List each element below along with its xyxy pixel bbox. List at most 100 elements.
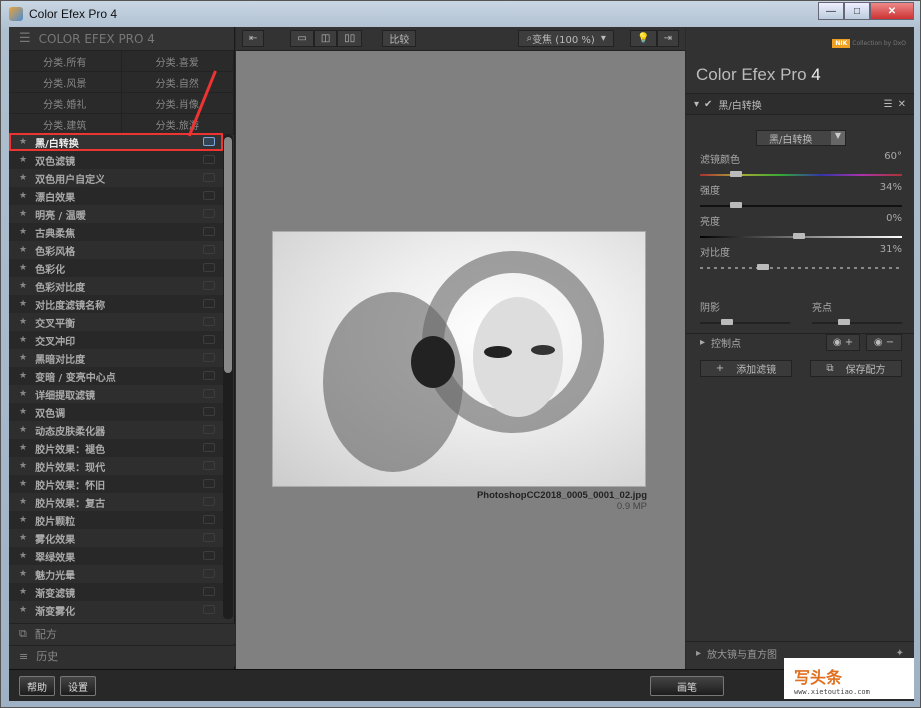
hide-panel-icon[interactable]: ⇤ — [242, 30, 265, 47]
filter-item[interactable]: ★ 古典柔焦 — [9, 223, 223, 241]
filter-item[interactable]: ★ 色彩化 — [9, 259, 223, 277]
preset-icon[interactable] — [203, 335, 215, 344]
add-control-point-button[interactable]: ◉ + — [826, 334, 860, 351]
zoom-dropdown[interactable]: ⌕ 变焦 (100 %) ▾ — [518, 30, 615, 47]
preset-icon[interactable] — [203, 479, 215, 488]
star-icon[interactable]: ★ — [19, 209, 27, 219]
star-icon[interactable]: ★ — [19, 335, 27, 345]
star-icon[interactable]: ★ — [19, 461, 27, 471]
help-button[interactable]: 帮助 — [19, 676, 55, 696]
filter-item[interactable]: ★ 色彩对比度 — [9, 277, 223, 295]
split-view-button[interactable]: ◫ — [313, 30, 338, 47]
filter-item[interactable]: ★ 胶片效果：褪色 — [9, 439, 223, 457]
method-dropdown[interactable]: 黑/白转换 ▼ — [756, 130, 846, 146]
preset-icon[interactable] — [203, 191, 215, 200]
star-icon[interactable]: ★ — [19, 263, 27, 273]
filter-item[interactable]: ★ 雾化效果 — [9, 529, 223, 547]
filter-item[interactable]: ★ 胶片效果：怀旧 — [9, 475, 223, 493]
star-icon[interactable]: ★ — [19, 443, 27, 453]
preset-icon[interactable] — [203, 317, 215, 326]
brush-button[interactable]: 画笔 — [650, 676, 724, 696]
preset-icon[interactable] — [203, 605, 215, 614]
preset-icon[interactable] — [203, 569, 215, 578]
star-icon[interactable]: ★ — [19, 425, 27, 435]
preset-icon[interactable] — [203, 209, 215, 218]
shadows-slider[interactable] — [721, 319, 733, 325]
hide-right-panel-icon[interactable]: ⇥ — [656, 30, 679, 47]
filter-item[interactable]: ★ 色彩风格 — [9, 241, 223, 259]
filter-item[interactable]: ★ 交叉冲印 — [9, 331, 223, 349]
star-icon[interactable]: ★ — [19, 551, 27, 561]
filter-item[interactable]: ★ 渐变雾化 — [9, 601, 223, 619]
star-icon[interactable]: ★ — [19, 569, 27, 579]
filter-item[interactable]: ★ 翠绿效果 — [9, 547, 223, 565]
preset-icon[interactable] — [203, 299, 215, 308]
filter-item[interactable]: ★ 对比度滤镜名称 — [9, 295, 223, 313]
background-light-icon[interactable]: 💡 — [630, 30, 657, 47]
star-icon[interactable]: ★ — [19, 227, 27, 237]
star-icon[interactable]: ★ — [19, 245, 27, 255]
scroll-thumb[interactable] — [224, 137, 232, 373]
preset-icon[interactable] — [203, 461, 215, 470]
star-icon[interactable]: ★ — [19, 191, 27, 201]
history-section[interactable]: ≡ 历史 — [9, 645, 235, 666]
preset-icon[interactable] — [203, 443, 215, 452]
recipes-section[interactable]: ⧉ 配方 — [9, 623, 235, 644]
star-icon[interactable]: ★ — [19, 137, 27, 147]
category-tab[interactable]: 分类.旅游 — [121, 114, 234, 135]
settings-button[interactable]: 设置 — [60, 676, 96, 696]
filter-item[interactable]: ★ 胶片颗粒 — [9, 511, 223, 529]
preset-icon[interactable] — [203, 155, 215, 164]
category-tab[interactable]: 分类.肖像 — [121, 93, 234, 114]
filter-item[interactable]: ★ 明亮 / 温暖 — [9, 205, 223, 223]
preset-icon[interactable] — [203, 497, 215, 506]
slider-handle[interactable] — [792, 233, 805, 239]
star-icon[interactable]: ★ — [19, 299, 27, 309]
menu-icon[interactable]: ☰ — [19, 31, 31, 46]
star-icon[interactable]: ★ — [19, 353, 27, 363]
filter-item[interactable]: ★ 变暗 / 变亮中心点 — [9, 367, 223, 385]
filter-item[interactable]: ★ 双色滤镜 — [9, 151, 223, 169]
single-view-button[interactable]: ▭ — [290, 30, 314, 47]
star-icon[interactable]: ★ — [19, 533, 27, 543]
star-icon[interactable]: ★ — [19, 479, 27, 489]
preset-icon[interactable] — [203, 551, 215, 560]
star-icon[interactable]: ★ — [19, 371, 27, 381]
category-tab[interactable]: 分类.婚礼 — [9, 93, 122, 114]
category-tab[interactable]: 分类.自然 — [121, 72, 234, 93]
preset-icon[interactable] — [203, 245, 215, 254]
category-tab[interactable]: 分类.所有 — [9, 51, 122, 72]
preset-icon[interactable] — [203, 389, 215, 398]
preset-icon[interactable] — [203, 587, 215, 596]
star-icon[interactable]: ★ — [19, 317, 27, 327]
preset-icon[interactable] — [203, 407, 215, 416]
preset-icon[interactable] — [203, 353, 215, 362]
close-button[interactable]: ✕ — [870, 2, 914, 20]
filter-menu-icon[interactable]: ☰ — [884, 99, 893, 110]
slider-handle[interactable] — [730, 171, 743, 177]
filter-enable-checkbox[interactable]: ✔ — [704, 99, 712, 110]
star-icon[interactable]: ★ — [19, 605, 27, 615]
slider-handle[interactable] — [756, 264, 769, 270]
filter-item[interactable]: ★ 双色用户自定义 — [9, 169, 223, 187]
star-icon[interactable]: ★ — [19, 173, 27, 183]
star-icon[interactable]: ★ — [19, 407, 27, 417]
filter-item[interactable]: ★ 胶片效果：现代 — [9, 457, 223, 475]
preset-icon[interactable] — [203, 425, 215, 434]
star-icon[interactable]: ★ — [19, 155, 27, 165]
preset-icon[interactable] — [203, 371, 215, 380]
star-icon[interactable]: ★ — [19, 389, 27, 399]
star-icon[interactable]: ★ — [19, 497, 27, 507]
category-tab[interactable]: 分类.风景 — [9, 72, 122, 93]
preset-icon[interactable] — [203, 515, 215, 524]
compare-button[interactable]: 比较 — [382, 30, 417, 47]
remove-filter-icon[interactable]: ✕ — [898, 99, 906, 110]
category-tab[interactable]: 分类.建筑 — [9, 114, 122, 135]
star-icon[interactable]: ★ — [19, 515, 27, 525]
save-recipe-button[interactable]: ⧉ 保存配方 — [810, 360, 902, 377]
maximize-button[interactable]: □ — [844, 2, 870, 20]
filter-item[interactable]: ★ 渐变滤镜 — [9, 583, 223, 601]
minimize-button[interactable]: — — [818, 2, 844, 20]
preset-icon[interactable] — [203, 533, 215, 542]
preset-icon[interactable] — [203, 263, 215, 272]
